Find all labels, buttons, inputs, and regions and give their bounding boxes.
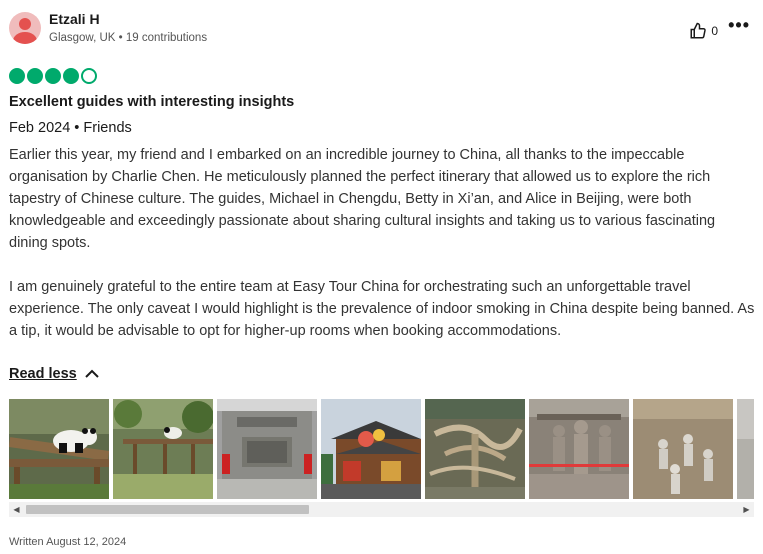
user-meta: Glasgow, UK • 19 contributions: [49, 32, 208, 44]
photo-scrollbar[interactable]: ◀ ▶: [9, 502, 754, 517]
photo-panda-enclosure[interactable]: [113, 399, 213, 499]
photo-terracotta-pit[interactable]: [633, 399, 733, 499]
scroll-right-arrow-icon[interactable]: ▶: [739, 502, 754, 517]
scroll-left-arrow-icon[interactable]: ◀: [9, 502, 24, 517]
photo-city-gate[interactable]: [217, 399, 317, 499]
scroll-thumb[interactable]: [26, 505, 309, 514]
like-count: 0: [711, 24, 718, 38]
user-name[interactable]: Etzali H: [49, 11, 100, 27]
review-text: Earlier this year, my friend and I embar…: [9, 144, 757, 342]
more-options-icon[interactable]: •••: [728, 16, 750, 34]
photo-pagoda-street[interactable]: [321, 399, 421, 499]
rating-bubble-filled: [27, 68, 43, 84]
trip-info: Feb 2024 • Friends: [9, 120, 132, 136]
helpful-vote-button[interactable]: 0: [689, 22, 718, 40]
photo-panda[interactable]: [9, 399, 109, 499]
thumbs-up-icon: [690, 22, 707, 39]
rating-bubble-filled: [45, 68, 61, 84]
review-header: Etzali H Glasgow, UK • 19 contributions …: [9, 10, 754, 46]
rating-bubble-filled: [9, 68, 25, 84]
photo-partial[interactable]: [737, 399, 754, 499]
chevron-up-icon: [85, 369, 99, 378]
avatar[interactable]: [9, 12, 41, 44]
photo-strip: [9, 399, 754, 499]
review-paragraph: I am genuinely grateful to the entire te…: [9, 279, 755, 339]
rating-bubbles: [9, 68, 97, 84]
photo-ancient-tree[interactable]: [425, 399, 525, 499]
read-less-button[interactable]: Read less: [9, 366, 99, 382]
review-title[interactable]: Excellent guides with interesting insigh…: [9, 94, 294, 110]
read-less-label: Read less: [9, 366, 77, 382]
photo-terracotta-warriors[interactable]: [529, 399, 629, 499]
written-date: Written August 12, 2024: [9, 536, 127, 548]
rating-bubble-filled: [63, 68, 79, 84]
review-paragraph: Earlier this year, my friend and I embar…: [9, 147, 716, 251]
rating-bubble-empty: [81, 68, 97, 84]
